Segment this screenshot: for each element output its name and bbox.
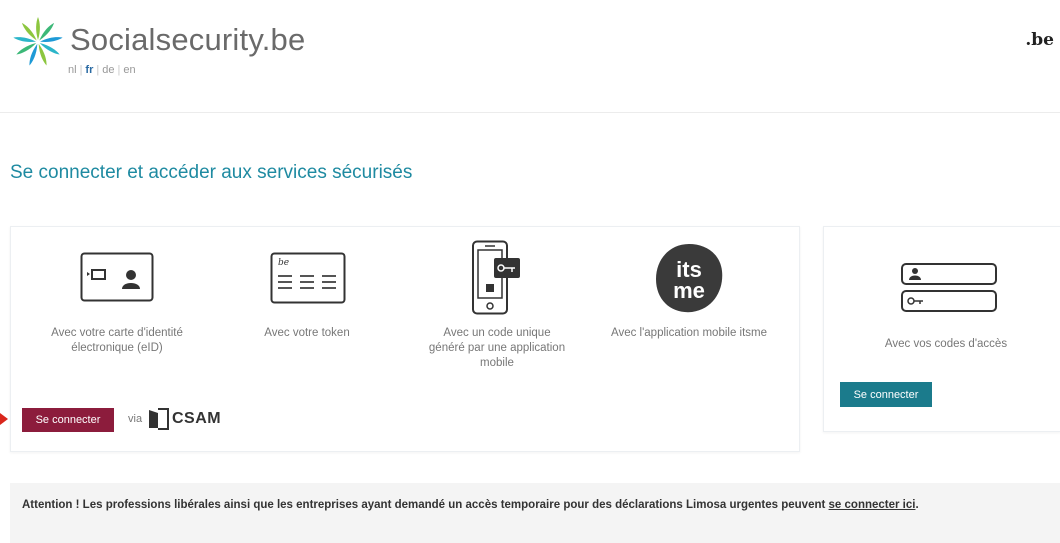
- lang-fr[interactable]: fr: [85, 64, 93, 76]
- limosa-notice: Attention ! Les professions libérales ai…: [10, 483, 1060, 543]
- lang-en[interactable]: en: [123, 64, 135, 76]
- language-switcher: nl | fr | de | en: [68, 64, 136, 76]
- socialsecurity-logo-icon[interactable]: [10, 14, 66, 70]
- notice-body: Attention ! Les professions libérales ai…: [22, 499, 829, 511]
- method-mobile-code-label: Avec un code unique généré par une appli…: [428, 327, 566, 369]
- notice-text: Attention ! Les professions libérales ai…: [22, 497, 1042, 513]
- access-codes-icon: [901, 263, 997, 312]
- method-access-codes: Avec vos codes d'accès: [846, 337, 1046, 352]
- method-token: Avec votre token: [236, 326, 378, 341]
- method-mobile-code: Avec un code unique généré par une appli…: [426, 326, 568, 371]
- itsme-logo: its me: [656, 244, 723, 313]
- token-card-icon: be: [270, 252, 346, 304]
- via-label: via: [128, 413, 143, 425]
- page-title: Se connecter et accéder aux services séc…: [10, 162, 413, 183]
- limosa-login-link[interactable]: se connecter ici: [829, 499, 916, 511]
- lang-nl[interactable]: nl: [68, 64, 77, 76]
- brand-name[interactable]: Socialsecurity.be: [70, 22, 305, 58]
- be-logo[interactable]: .be: [1025, 30, 1054, 50]
- method-eid-label: Avec votre carte d'identité électronique…: [51, 327, 183, 354]
- lang-de[interactable]: de: [102, 64, 114, 76]
- itsme-text-line2: me: [673, 278, 705, 303]
- csam-door-icon: [149, 408, 169, 430]
- method-token-label: Avec votre token: [264, 327, 350, 339]
- site-header: Socialsecurity.be nl | fr | de | en .be: [0, 0, 1060, 113]
- access-codes-login-button[interactable]: Se connecter: [840, 382, 932, 407]
- method-itsme: Avec l'application mobile itsme: [610, 326, 768, 341]
- csam-logo-text: CSAM: [172, 410, 222, 427]
- notice-end: .: [915, 499, 919, 511]
- eid-card-icon: [80, 252, 154, 302]
- arrow-pointer-icon: [0, 413, 8, 425]
- csam-login-button[interactable]: Se connecter: [22, 408, 114, 432]
- method-eid: Avec votre carte d'identité électronique…: [46, 326, 188, 356]
- method-itsme-label: Avec l'application mobile itsme: [610, 327, 768, 339]
- method-access-codes-label: Avec vos codes d'accès: [884, 338, 1008, 350]
- mobile-code-icon: [472, 240, 520, 315]
- svg-text:be: be: [278, 258, 289, 268]
